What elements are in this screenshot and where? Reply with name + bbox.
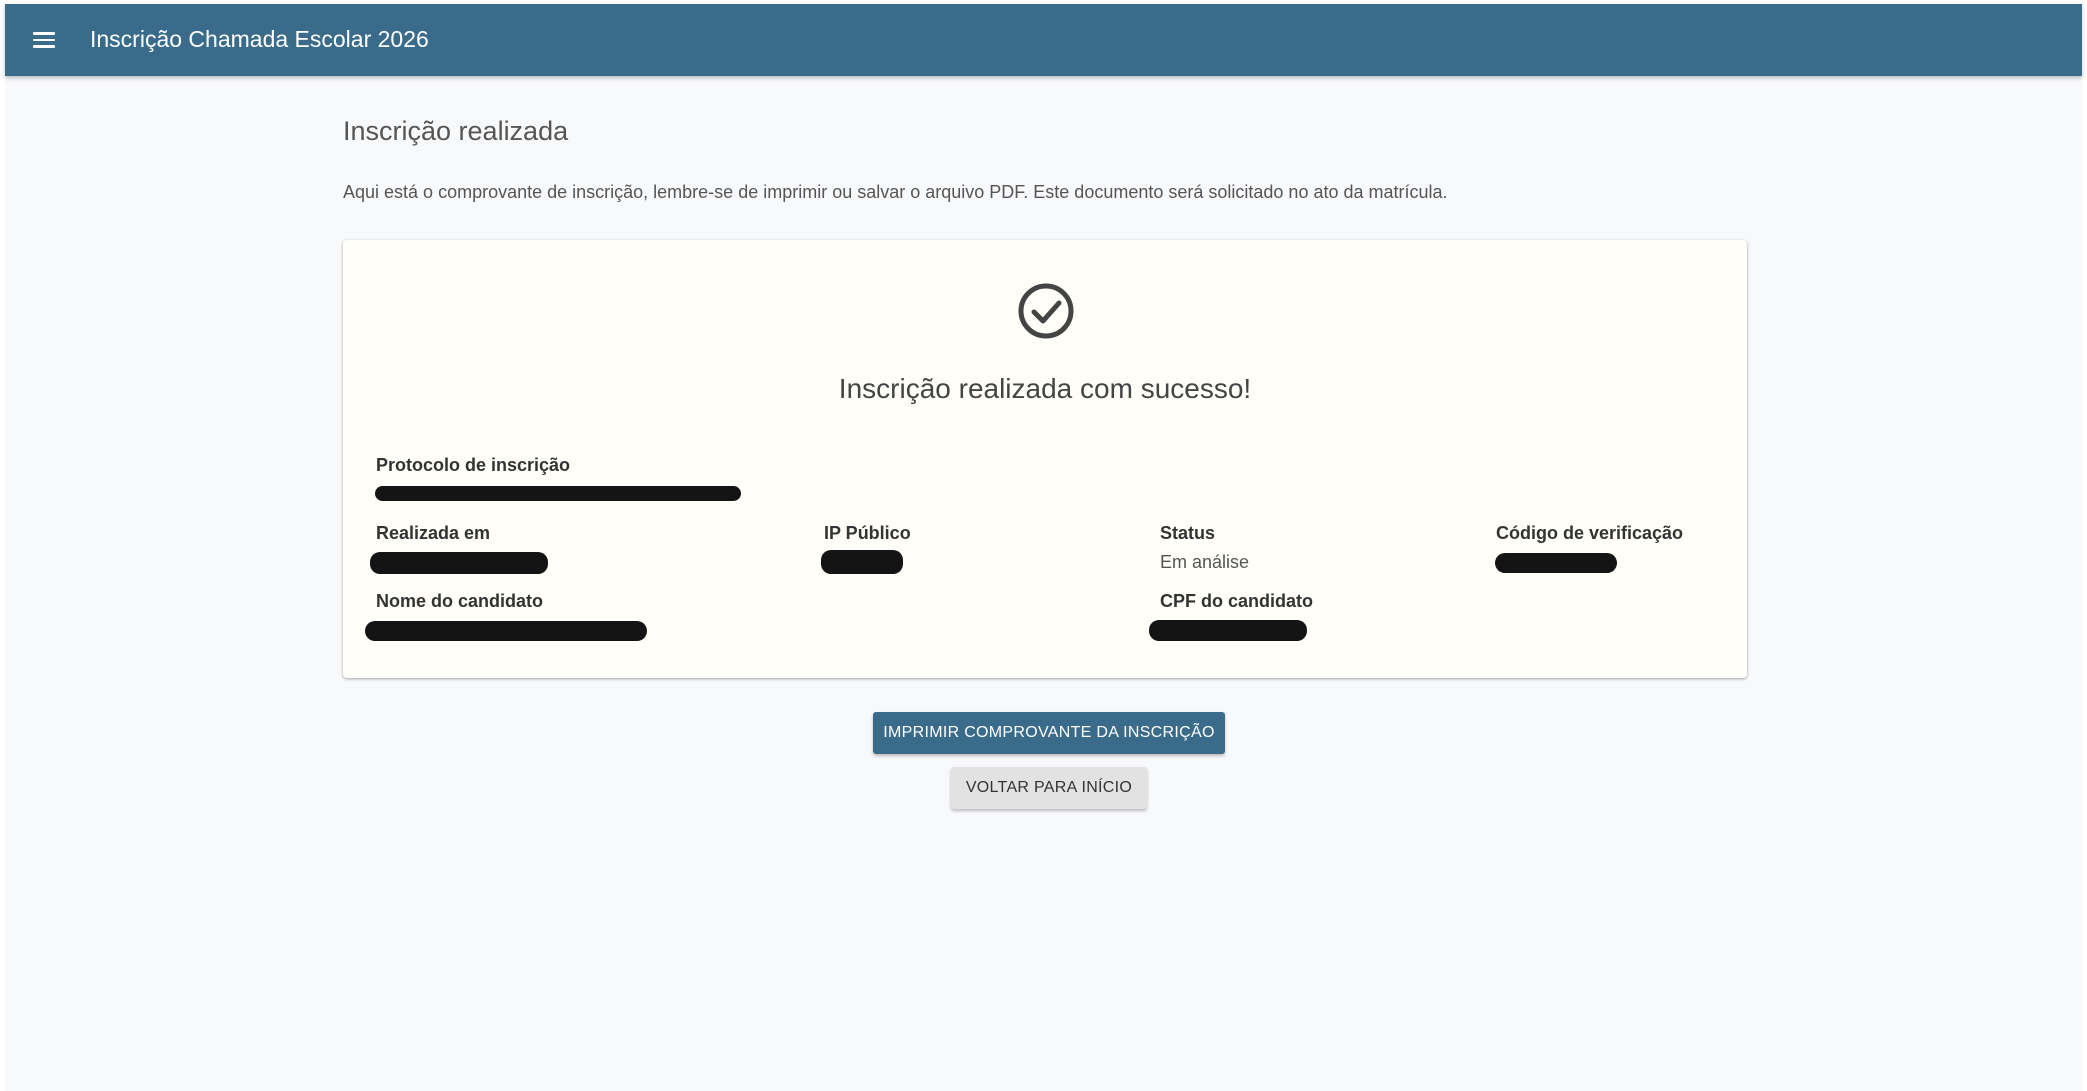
ip-label: IP Público: [824, 523, 911, 543]
verification-code-label: Código de verificação: [1496, 523, 1684, 543]
protocol-label: Protocolo de inscrição: [376, 455, 571, 475]
menu-icon[interactable]: [33, 32, 55, 48]
verification-code-value-redacted: [1495, 553, 1617, 573]
protocol-value-redacted: [375, 486, 741, 501]
status-label: Status: [1160, 523, 1216, 543]
check-circle-icon: [1018, 283, 1074, 339]
print-receipt-button[interactable]: IMPRIMIR COMPROVANTE DA INSCRIÇÃO: [873, 712, 1225, 754]
app-title: Inscrição Chamada Escolar 2026: [90, 26, 429, 52]
receipt-card: Inscrição realizada com sucesso! Protoco…: [343, 240, 1747, 678]
instruction-text: Aqui está o comprovante de inscrição, le…: [343, 182, 1448, 202]
candidate-cpf-label: CPF do candidato: [1160, 591, 1313, 611]
candidate-name-value-redacted: [365, 621, 647, 641]
page-title: Inscrição realizada: [343, 116, 569, 146]
back-to-start-button[interactable]: VOLTAR PARA INÍCIO: [951, 767, 1147, 809]
candidate-name-label: Nome do candidato: [376, 591, 544, 611]
app-bar: Inscrição Chamada Escolar 2026: [5, 4, 2082, 76]
date-value-redacted: [370, 552, 548, 574]
status-value: Em análise: [1160, 552, 1250, 572]
success-message: Inscrição realizada com sucesso!: [838, 373, 1252, 404]
ip-value-redacted: [821, 550, 903, 574]
date-label: Realizada em: [376, 523, 491, 543]
page-frame: Inscrição Chamada Escolar 2026 Inscrição…: [5, 4, 2082, 1091]
candidate-cpf-value-redacted: [1149, 620, 1307, 641]
